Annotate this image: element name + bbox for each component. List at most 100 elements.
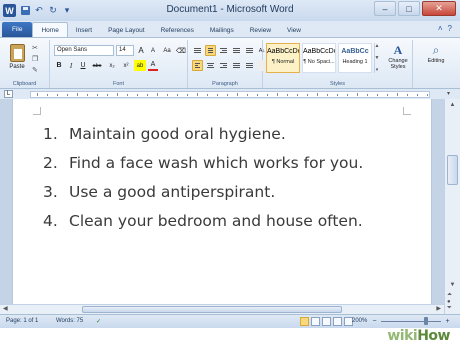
zoom-out-button[interactable]: −	[370, 317, 379, 326]
paste-label: Paste	[9, 64, 25, 70]
shrink-font-button[interactable]: A	[148, 45, 158, 56]
vertical-scroll-thumb[interactable]	[447, 155, 458, 185]
ruler-tick	[227, 94, 228, 96]
tab-review[interactable]: Review	[242, 23, 279, 37]
align-left-icon[interactable]	[192, 60, 203, 71]
style-normal[interactable]: AaBbCcDc ¶ Normal	[266, 43, 300, 73]
style-preview: AaBbCcDc	[267, 48, 299, 55]
more-styles-icon[interactable]: ▾	[376, 67, 379, 73]
copy-icon[interactable]: ❐	[32, 55, 38, 63]
outline-icon[interactable]	[333, 317, 342, 326]
tab-file[interactable]: File	[2, 22, 33, 37]
wikihow-logo-wiki: wiki	[387, 328, 418, 344]
scroll-down-icon[interactable]: ▼	[445, 279, 460, 290]
help-icon[interactable]: ?	[448, 24, 452, 33]
tab-page-layout[interactable]: Page Layout	[100, 23, 153, 37]
strikethrough-button[interactable]: abc	[90, 60, 104, 71]
scroll-up-icon[interactable]: ▲	[445, 99, 460, 110]
horizontal-scroll-thumb[interactable]	[82, 306, 342, 313]
redo-icon[interactable]: ↻	[48, 5, 58, 16]
maximize-button[interactable]: □	[398, 1, 420, 16]
tab-references[interactable]: References	[153, 23, 202, 37]
cut-icon[interactable]: ✂	[32, 44, 38, 52]
page-count[interactable]: Page: 1 of 1	[6, 318, 38, 324]
view-ruler-toggle[interactable]: ▾	[447, 90, 456, 98]
font-row-2: B I U abc x₂ x² ab A	[54, 60, 158, 71]
list-item[interactable]: 4. Clean your bedroom and house often.	[43, 206, 363, 235]
scroll-right-icon[interactable]: ▶	[436, 305, 441, 312]
bullets-icon[interactable]	[192, 45, 203, 56]
style-heading-1[interactable]: AaBbCc Heading 1	[338, 43, 372, 73]
vertical-scrollbar[interactable]: ▲ ▼ ⏶ ● ⏷	[444, 99, 460, 314]
paste-button[interactable]: Paste	[6, 42, 28, 78]
editing-label: Editing	[427, 58, 445, 64]
zoom-slider-knob[interactable]	[424, 317, 428, 325]
ruler-tick	[327, 94, 328, 96]
subscript-button[interactable]: x₂	[106, 60, 118, 71]
tab-selector[interactable]: L	[4, 90, 13, 98]
tab-view[interactable]: View	[279, 23, 309, 37]
wikihow-logo-how: How	[417, 328, 450, 344]
zoom-in-button[interactable]: +	[443, 317, 452, 326]
format-painter-icon[interactable]: ✎	[32, 66, 38, 74]
increase-indent-icon[interactable]	[244, 45, 255, 56]
font-color-button[interactable]: A	[148, 60, 158, 71]
styles-gallery-scroll[interactable]: ▲ ▼ ▾	[374, 43, 379, 73]
list-item[interactable]: 1. Maintain good oral hygiene.	[43, 119, 363, 148]
align-center-icon[interactable]	[205, 60, 216, 71]
style-no-spacing[interactable]: AaBbCcDc ¶ No Spaci...	[302, 43, 336, 73]
tab-home[interactable]: Home	[32, 22, 68, 37]
font-group-label: Font	[112, 81, 124, 87]
browse-buttons: ⏶ ● ⏷	[447, 292, 452, 312]
decrease-indent-icon[interactable]	[231, 45, 242, 56]
word-app-icon[interactable]: W	[3, 4, 16, 17]
undo-icon[interactable]: ↶	[34, 5, 44, 16]
scroll-left-icon[interactable]: ◀	[3, 305, 8, 312]
ruler-tick	[157, 93, 158, 96]
font-size-dropdown[interactable]: 14	[116, 45, 134, 56]
numbering-icon[interactable]	[205, 45, 216, 56]
line-spacing-icon[interactable]	[244, 60, 255, 71]
next-page-icon[interactable]: ⏷	[447, 305, 452, 312]
save-icon[interactable]	[20, 6, 30, 16]
clear-formatting-button[interactable]: ⌫	[176, 45, 186, 56]
change-styles-button[interactable]: A Change Styles	[384, 43, 412, 70]
zoom-slider[interactable]	[381, 317, 441, 325]
highlight-button[interactable]: ab	[134, 60, 146, 71]
close-button[interactable]: ✕	[422, 1, 456, 16]
grow-font-button[interactable]: A	[136, 45, 146, 56]
minimize-button[interactable]: –	[374, 1, 396, 16]
align-right-icon[interactable]	[218, 60, 229, 71]
tab-insert[interactable]: Insert	[68, 23, 100, 37]
horizontal-ruler[interactable]	[30, 91, 430, 98]
justify-icon[interactable]	[231, 60, 242, 71]
horizontal-scrollbar[interactable]: ◀ ▶	[0, 304, 444, 314]
list-item[interactable]: 3. Use a good antiperspirant.	[43, 177, 363, 206]
proofing-icon[interactable]: ✓	[96, 318, 101, 325]
status-bar: Page: 1 of 1 Words: 75 ✓ 200% − +	[0, 314, 460, 328]
editing-button[interactable]: ⌕ Editing	[422, 43, 450, 64]
list-item[interactable]: 2. Find a face wash which works for you.	[43, 148, 363, 177]
change-case-button[interactable]: Aa	[160, 45, 174, 56]
document-page[interactable]: 1. Maintain good oral hygiene. 2. Find a…	[12, 99, 432, 314]
previous-page-icon[interactable]: ⏶	[447, 292, 452, 299]
underline-button[interactable]: U	[78, 60, 88, 71]
chevron-up-icon[interactable]: ▲	[375, 43, 380, 49]
minimize-ribbon-icon[interactable]: ˄	[438, 24, 443, 33]
italic-button[interactable]: I	[66, 60, 76, 71]
bold-button[interactable]: B	[54, 60, 64, 71]
customize-qat-icon[interactable]: ▾	[62, 5, 72, 16]
chevron-down-icon[interactable]: ▼	[375, 55, 380, 61]
word-count[interactable]: Words: 75	[56, 318, 83, 324]
superscript-button[interactable]: x²	[120, 60, 132, 71]
full-screen-reading-icon[interactable]	[311, 317, 320, 326]
print-layout-icon[interactable]	[300, 317, 309, 326]
zoom-level[interactable]: 200%	[352, 318, 367, 324]
ruler-tick	[117, 93, 118, 96]
tab-mailings[interactable]: Mailings	[202, 23, 242, 37]
ruler-tick	[137, 94, 138, 96]
multilevel-list-icon[interactable]	[218, 45, 229, 56]
web-layout-icon[interactable]	[322, 317, 331, 326]
font-group: Open Sans 14 A A Aa ⌫ B I U abc x₂ x² ab…	[50, 40, 188, 88]
font-name-dropdown[interactable]: Open Sans	[54, 45, 114, 56]
